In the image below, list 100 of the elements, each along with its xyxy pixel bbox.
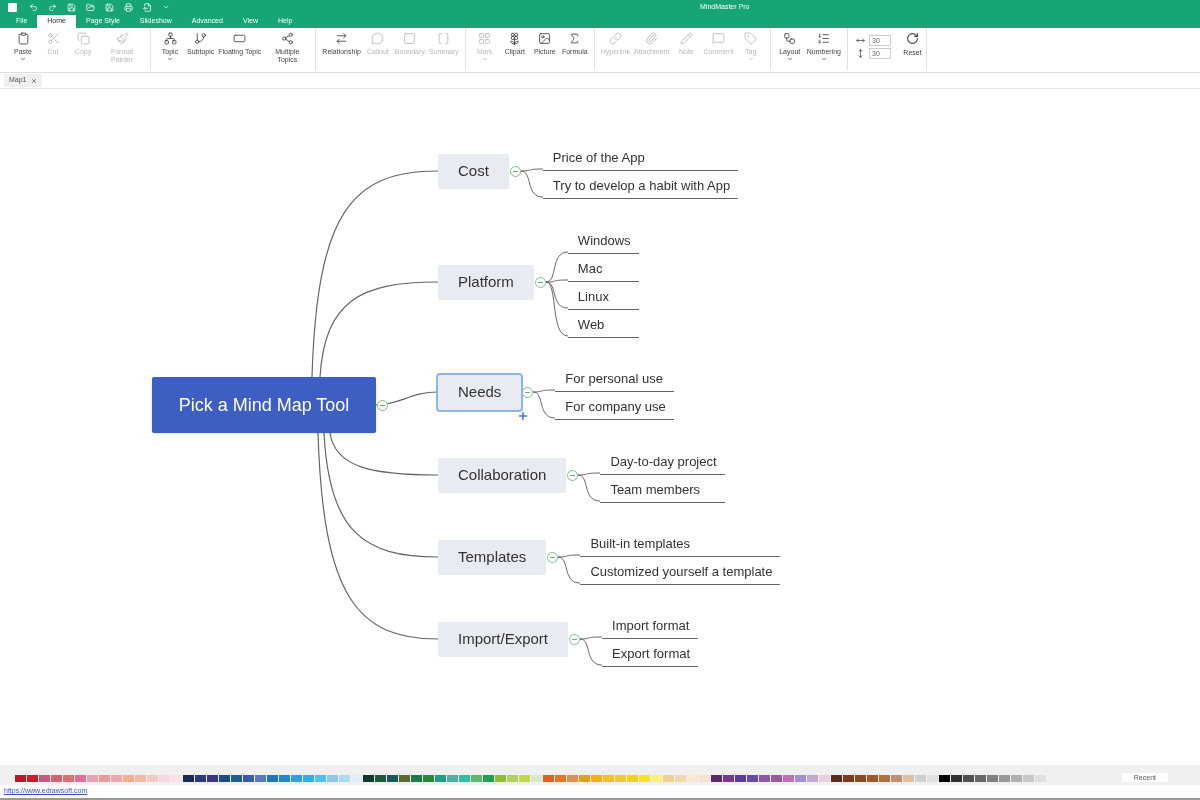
color-swatch[interactable] (159, 775, 170, 782)
color-swatch[interactable] (615, 775, 626, 782)
color-swatch[interactable] (963, 775, 974, 782)
subtopic[interactable]: Mac (567, 254, 639, 282)
subtopic[interactable]: Price of the App (542, 143, 739, 171)
color-swatch[interactable] (1023, 775, 1034, 782)
color-swatch[interactable] (135, 775, 146, 782)
color-swatch[interactable] (747, 775, 758, 782)
color-swatch[interactable] (675, 775, 686, 782)
color-swatch[interactable] (423, 775, 434, 782)
color-swatch[interactable] (807, 775, 818, 782)
topic-node[interactable]: Collaboration (438, 457, 567, 493)
color-swatch[interactable] (111, 775, 122, 782)
collapse-toggle[interactable] (567, 469, 579, 481)
collapse-toggle[interactable] (522, 386, 534, 398)
color-swatch[interactable] (999, 775, 1010, 782)
caret-icon[interactable] (162, 3, 170, 11)
subtopic[interactable]: Export format (602, 639, 699, 667)
color-swatch[interactable] (435, 775, 446, 782)
color-swatch[interactable] (723, 775, 734, 782)
color-swatch[interactable] (915, 775, 926, 782)
folder-icon[interactable] (86, 2, 95, 12)
color-swatch[interactable] (147, 775, 158, 782)
color-swatch[interactable] (447, 775, 458, 782)
color-swatch[interactable] (279, 775, 290, 782)
color-swatch[interactable] (687, 775, 698, 782)
printer-icon[interactable] (124, 2, 133, 12)
subtopic[interactable]: For company use (555, 392, 674, 420)
color-swatch[interactable] (171, 775, 182, 782)
subtopic[interactable]: Team members (600, 475, 725, 503)
color-swatch[interactable] (123, 775, 134, 782)
color-swatch[interactable] (411, 775, 422, 782)
color-swatch[interactable] (759, 775, 770, 782)
color-swatch[interactable] (843, 775, 854, 782)
color-swatch[interactable] (15, 775, 26, 782)
subtopic[interactable]: Linux (567, 282, 639, 310)
color-swatch[interactable] (879, 775, 890, 782)
color-swatch[interactable] (531, 775, 542, 782)
color-swatch[interactable] (639, 775, 650, 782)
color-swatch[interactable] (375, 775, 386, 782)
subtopic[interactable]: Import format (602, 611, 699, 639)
color-swatch[interactable] (831, 775, 842, 782)
color-swatch[interactable] (87, 775, 98, 782)
topic-node[interactable]: Cost (438, 153, 509, 189)
color-swatch[interactable] (1035, 775, 1046, 782)
color-swatch[interactable] (519, 775, 530, 782)
add-icon[interactable] (517, 409, 530, 422)
topic-node[interactable]: Import/Export (438, 621, 569, 657)
color-swatch[interactable] (51, 775, 62, 782)
color-swatch[interactable] (63, 775, 74, 782)
color-swatch[interactable] (939, 775, 950, 782)
undo-icon[interactable] (29, 2, 38, 12)
export-icon[interactable] (143, 2, 152, 12)
subtopic[interactable]: For personal use (555, 364, 674, 392)
color-swatch[interactable] (255, 775, 266, 782)
color-swatch[interactable] (459, 775, 470, 782)
color-swatch[interactable] (507, 775, 518, 782)
color-swatch[interactable] (663, 775, 674, 782)
color-swatch[interactable] (303, 775, 314, 782)
color-swatch[interactable] (951, 775, 962, 782)
color-swatch[interactable] (39, 775, 50, 782)
color-swatch[interactable] (207, 775, 218, 782)
color-swatch[interactable] (735, 775, 746, 782)
color-swatch[interactable] (855, 775, 866, 782)
redo-icon[interactable] (48, 2, 57, 12)
color-swatch[interactable] (495, 775, 506, 782)
color-swatch[interactable] (315, 775, 326, 782)
color-swatch[interactable] (363, 775, 374, 782)
color-swatch[interactable] (795, 775, 806, 782)
color-swatch[interactable] (483, 775, 494, 782)
color-swatch[interactable] (387, 775, 398, 782)
color-swatch[interactable] (819, 775, 830, 782)
color-swatch[interactable] (99, 775, 110, 782)
subtopic[interactable]: Windows (567, 226, 639, 254)
color-swatch[interactable] (339, 775, 350, 782)
color-swatch[interactable] (867, 775, 878, 782)
color-swatch[interactable] (783, 775, 794, 782)
central-topic[interactable]: Pick a Mind Map Tool (152, 377, 376, 433)
color-swatch[interactable] (75, 775, 86, 782)
color-swatch[interactable] (711, 775, 722, 782)
subtopic[interactable]: Built-in templates (580, 529, 781, 557)
collapse-toggle[interactable] (509, 165, 521, 177)
save-icon[interactable] (67, 2, 76, 12)
color-swatch[interactable] (579, 775, 590, 782)
color-swatch[interactable] (771, 775, 782, 782)
subtopic[interactable]: Day-to-day project (600, 447, 725, 475)
color-swatch[interactable] (591, 775, 602, 782)
color-swatch[interactable] (903, 775, 914, 782)
topic-node[interactable]: Platform (438, 264, 534, 300)
color-swatch[interactable] (267, 775, 278, 782)
color-swatch[interactable] (651, 775, 662, 782)
subtopic[interactable]: Try to develop a habit with App (542, 171, 739, 199)
color-swatch[interactable] (603, 775, 614, 782)
topic-node[interactable]: Needs (438, 374, 522, 410)
color-swatch[interactable] (183, 775, 194, 782)
color-swatch[interactable] (699, 775, 710, 782)
color-swatch[interactable] (987, 775, 998, 782)
subtopic[interactable]: Web (567, 310, 639, 338)
color-swatch[interactable] (927, 775, 938, 782)
close-icon[interactable] (30, 77, 37, 84)
